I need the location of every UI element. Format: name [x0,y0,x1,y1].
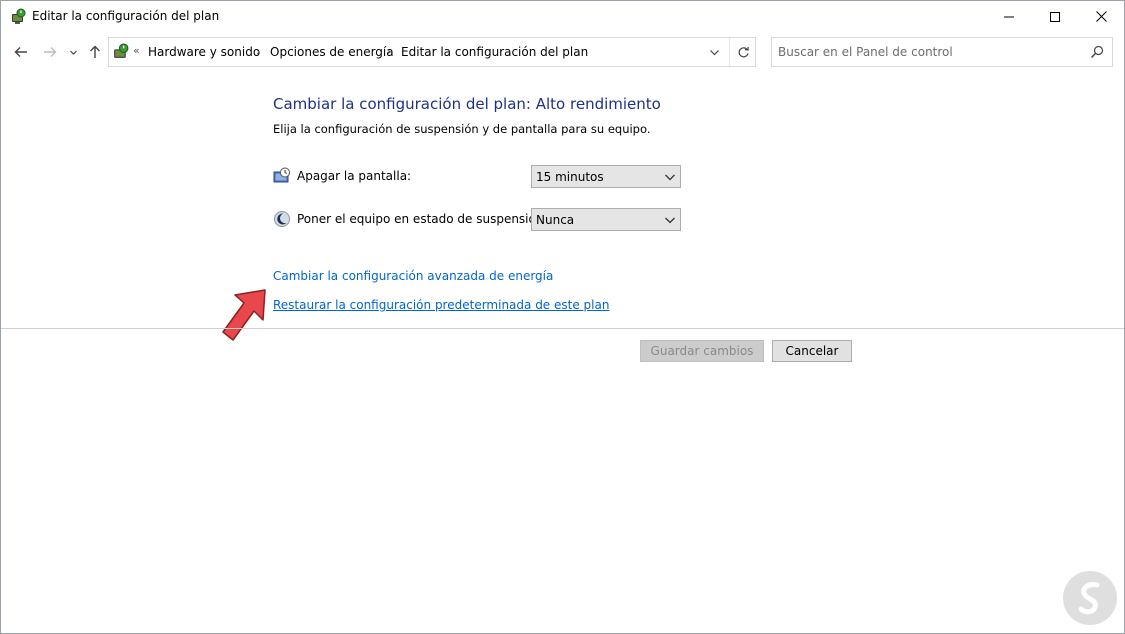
pointer-arrow-icon [222,289,266,341]
sleep-value: Nunca [536,213,575,227]
window-title: Editar la configuración del plan [32,9,220,23]
chevron-down-icon [665,174,675,181]
refresh-button[interactable] [729,38,756,66]
forward-button[interactable] [39,41,61,63]
close-button[interactable] [1078,1,1124,32]
restore-defaults-link[interactable]: Restaurar la configuración predeterminad… [273,298,609,312]
minimize-icon [1004,16,1014,17]
chevron-down-icon [665,217,675,224]
display-off-label: Apagar la pantalla: [297,169,412,183]
back-arrow-icon [14,47,27,57]
display-off-value: 15 minutos [536,170,604,184]
address-bar[interactable]: « Hardware y sonido › Opciones de energí… [108,37,756,67]
monitor-clock-icon [273,167,291,185]
recent-locations-button[interactable] [65,41,81,63]
maximize-icon [1050,11,1060,22]
watermark-logo-icon [1063,571,1117,625]
up-button[interactable] [84,41,106,63]
page-title: Cambiar la configuración del plan: Alto … [273,95,661,113]
save-changes-button[interactable]: Guardar cambios [640,340,764,362]
address-dropdown-button[interactable] [699,38,729,66]
moon-sleep-icon [273,210,291,228]
power-options-icon [112,43,130,61]
back-button[interactable] [10,41,32,63]
divider [1,328,1124,329]
search-icon[interactable] [1090,45,1106,61]
chevron-down-icon [709,49,719,55]
breadcrumb-overflow[interactable]: « [133,44,140,57]
sleep-label: Poner el equipo en estado de suspensión: [297,212,548,226]
advanced-settings-link[interactable]: Cambiar la configuración avanzada de ene… [273,269,553,283]
refresh-icon [738,46,749,57]
cancel-button[interactable]: Cancelar [772,340,852,362]
up-arrow-icon [90,45,100,58]
sleep-select[interactable]: Nunca [531,208,681,231]
breadcrumb-edit-plan[interactable]: Editar la configuración del plan [401,45,588,59]
title-bar[interactable]: Editar la configuración del plan [1,1,1124,33]
search-input[interactable] [778,43,1078,61]
power-options-icon [10,8,27,25]
breadcrumb-hardware[interactable]: Hardware y sonido [148,45,260,59]
chevron-down-icon [69,50,77,55]
breadcrumb-separator[interactable]: › [256,45,260,58]
display-off-select[interactable]: 15 minutos [531,165,681,188]
minimize-button[interactable] [986,1,1032,32]
breadcrumb-separator[interactable]: › [387,45,391,58]
navigation-bar: « Hardware y sonido › Opciones de energí… [1,34,1124,70]
page-description: Elija la configuración de suspensión y d… [273,122,651,136]
forward-arrow-icon [44,47,57,57]
close-icon [1095,11,1107,22]
maximize-button[interactable] [1032,1,1078,32]
search-box[interactable] [771,37,1113,67]
control-panel-window: Editar la configuración del plan « Hardw… [0,0,1125,634]
breadcrumb-power-options[interactable]: Opciones de energía [270,45,394,59]
